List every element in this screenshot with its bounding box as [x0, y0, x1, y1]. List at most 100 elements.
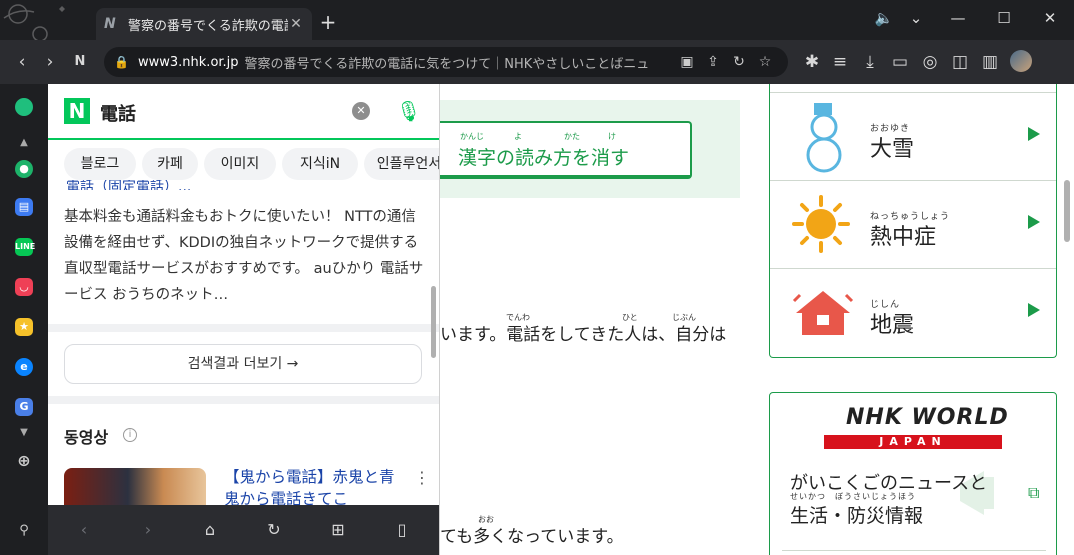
edge-browser-icon[interactable]: e — [15, 358, 33, 376]
scroll-down-icon[interactable]: ▼ — [15, 424, 33, 442]
panel-refresh-icon[interactable]: ↻ — [262, 519, 286, 541]
favorites-star-icon[interactable]: ★ — [15, 318, 33, 336]
video-section-heading: 동영상 — [64, 428, 109, 447]
close-window-button[interactable]: ✕ — [1038, 8, 1062, 28]
article-line: います。電話をしてきた人は、自分は — [440, 325, 727, 345]
panel-back-icon[interactable]: ‹ — [72, 519, 96, 541]
hide-reading-button[interactable]: かんじ よ かた け 漢字の読み方を消す — [440, 121, 692, 179]
video-result-link[interactable]: 【鬼から電話】赤鬼と青鬼から電話きてこ — [224, 466, 404, 510]
tab-close-icon[interactable]: ✕ — [288, 16, 304, 32]
house-quake-icon — [792, 291, 854, 335]
kanji-ruby: かた — [564, 132, 580, 141]
download-icon[interactable]: ⤓ — [858, 50, 882, 74]
snowman-icon — [806, 103, 842, 173]
article-line: ても多くなっています。 — [440, 527, 624, 547]
maximize-button[interactable]: ☐ — [992, 8, 1016, 28]
panel-home-icon[interactable]: ⌂ — [198, 519, 222, 541]
chip-blog[interactable]: 블로그 — [64, 148, 136, 180]
side-panel-icon[interactable]: ▥ — [978, 50, 1002, 74]
panel-add-icon[interactable]: ⊞ — [326, 519, 350, 541]
share-icon[interactable]: ⇪ — [700, 54, 726, 70]
media-control-icon[interactable]: 🔈 — [872, 8, 896, 28]
disaster-row-heat[interactable]: ねっちゅうしょう 熱中症 — [770, 180, 1056, 268]
more-options-icon[interactable]: ⋮ — [414, 468, 430, 487]
naver-side-panel: N 電話 ✕ 🎙 블로그 카페 이미지 지식iN 인플루언서 電話（固定電話）.… — [48, 84, 440, 555]
browser-tab[interactable]: N 警察の番号でくる詐欺の電話 ✕ — [96, 8, 312, 40]
address-page-title: 警察の番号でくる詐欺の電話に気をつけて｜NHKやさしいことばニュ — [244, 56, 650, 72]
chip-image[interactable]: 이미지 — [204, 148, 276, 180]
pin-icon[interactable]: ⚲ — [15, 522, 33, 540]
video-record-icon[interactable]: ▭ — [888, 50, 912, 74]
result-title-cut[interactable]: 電話（固定電話）... — [66, 180, 426, 190]
arrow-right-icon — [1028, 215, 1040, 229]
world-text-line2: 生活・防災情報 — [790, 505, 924, 527]
reader-mode-icon[interactable]: N — [68, 50, 92, 74]
bookmark-star-icon[interactable]: ☆ — [752, 54, 778, 70]
lock-icon[interactable]: 🔒 — [114, 55, 130, 69]
toolbar: ‹ › N 🔒 www3.nhk.or.jp 警察の番号でくる詐欺の電話に気をつ… — [0, 40, 1074, 84]
toolbox-icon[interactable]: ▤ — [15, 198, 33, 216]
minimize-button[interactable]: — — [946, 8, 970, 28]
panel-mobile-icon[interactable]: ▯ — [390, 519, 414, 541]
extensions-icon[interactable]: ✱ — [800, 50, 824, 74]
page-scrollbar[interactable] — [1064, 180, 1070, 242]
clear-search-icon[interactable]: ✕ — [352, 102, 370, 120]
microphone-icon[interactable]: 🎙 — [396, 98, 421, 124]
nhk-world-box[interactable]: NHK WORLD JAPAN がいこくごのニュースと せいかつ ぼうさいじょう… — [769, 392, 1057, 555]
tab-title: 警察の番号でくる詐欺の電話 — [128, 18, 288, 34]
nhk-favicon-icon: N — [104, 16, 116, 32]
refresh-icon[interactable]: ↻ — [726, 54, 752, 70]
split-view-icon[interactable]: ◫ — [948, 50, 972, 74]
disaster-name: 大雪 — [870, 137, 915, 162]
panel-nav-bar: ‹ › ⌂ ↻ ⊞ ▯ — [48, 505, 439, 555]
address-url: www3.nhk.or.jp — [138, 54, 239, 70]
chip-knowledge-in[interactable]: 지식iN — [282, 148, 358, 180]
more-results-button[interactable]: 검색결과 더보기 → — [64, 344, 422, 384]
sidebar-rail: ▲ ● ▤ LINE ◡ ★ e G ▼ ⊕ ⚲ — [0, 84, 48, 555]
address-bar[interactable]: 🔒 www3.nhk.or.jp 警察の番号でくる詐欺の電話に気をつけて｜NHK… — [104, 47, 788, 77]
hide-reading-label: 漢字の読み方を消す — [458, 147, 630, 169]
kanji-ruby: け — [608, 132, 616, 141]
arrow-right-icon — [1028, 127, 1040, 141]
picture-in-picture-icon[interactable]: ▣ — [674, 54, 700, 70]
profile-avatar[interactable] — [1010, 50, 1032, 72]
reading-list-icon[interactable]: ≡ — [828, 50, 852, 74]
app-logo-icon[interactable] — [15, 98, 33, 116]
external-link-icon[interactable]: ⧉ — [1028, 485, 1044, 501]
section-divider — [48, 324, 439, 332]
decorative-doodle-icon — [3, 4, 65, 40]
kanji-ruby: かんじ — [460, 132, 484, 141]
disaster-info-box: おおゆき 大雪 ねっちゅうしょう 熱中症 じしん 地震 — [769, 84, 1057, 358]
chip-influencer[interactable]: 인플루언서 — [364, 148, 439, 180]
arrow-right-icon — [1028, 303, 1040, 317]
naver-logo-icon[interactable]: N — [64, 98, 90, 124]
panel-scrollbar[interactable] — [431, 286, 436, 358]
notification-icon[interactable]: ● — [15, 160, 33, 178]
line-app-icon[interactable]: LINE — [15, 238, 35, 256]
new-tab-button[interactable]: + — [318, 12, 338, 32]
panel-forward-icon[interactable]: › — [136, 519, 160, 541]
back-button[interactable]: ‹ — [10, 50, 34, 74]
disaster-name: 熱中症 — [870, 225, 937, 250]
video-thumbnail[interactable] — [64, 468, 206, 508]
result-snippet: 基本料金も通話料金もおトクに使いたい！ NTTの通信設備を経由せず、KDDIの独… — [64, 209, 424, 303]
sun-icon — [792, 195, 850, 253]
add-panel-icon[interactable]: ⊕ — [15, 452, 33, 470]
tab-search-icon[interactable]: ⌄ — [904, 8, 928, 28]
translate-icon[interactable]: G — [15, 398, 33, 416]
nhk-world-logo: NHK WORLD — [846, 405, 1009, 430]
divider — [782, 550, 1046, 551]
disaster-name: 地震 — [870, 313, 915, 338]
browser-window: N 警察の番号でくる詐欺の電話 ✕ + 🔈 ⌄ — ☐ ✕ ‹ › N 🔒 ww… — [0, 0, 1074, 555]
scroll-up-icon[interactable]: ▲ — [15, 134, 33, 152]
pocket-icon[interactable]: ◡ — [15, 278, 33, 296]
screenshot-icon[interactable]: ◎ — [918, 50, 942, 74]
search-input[interactable]: 電話 — [100, 100, 136, 126]
disaster-row-earthquake[interactable]: じしん 地震 — [770, 268, 1056, 356]
disaster-row-snow[interactable]: おおゆき 大雪 — [770, 92, 1056, 180]
search-header: N 電話 ✕ 🎙 — [48, 84, 439, 140]
info-icon[interactable]: i — [123, 428, 137, 442]
chip-cafe[interactable]: 카페 — [142, 148, 198, 180]
forward-button[interactable]: › — [38, 50, 62, 74]
page-content: かんじ よ かた け 漢字の読み方を消す でんわ ひと じぶん います。電話をし… — [440, 84, 1074, 555]
